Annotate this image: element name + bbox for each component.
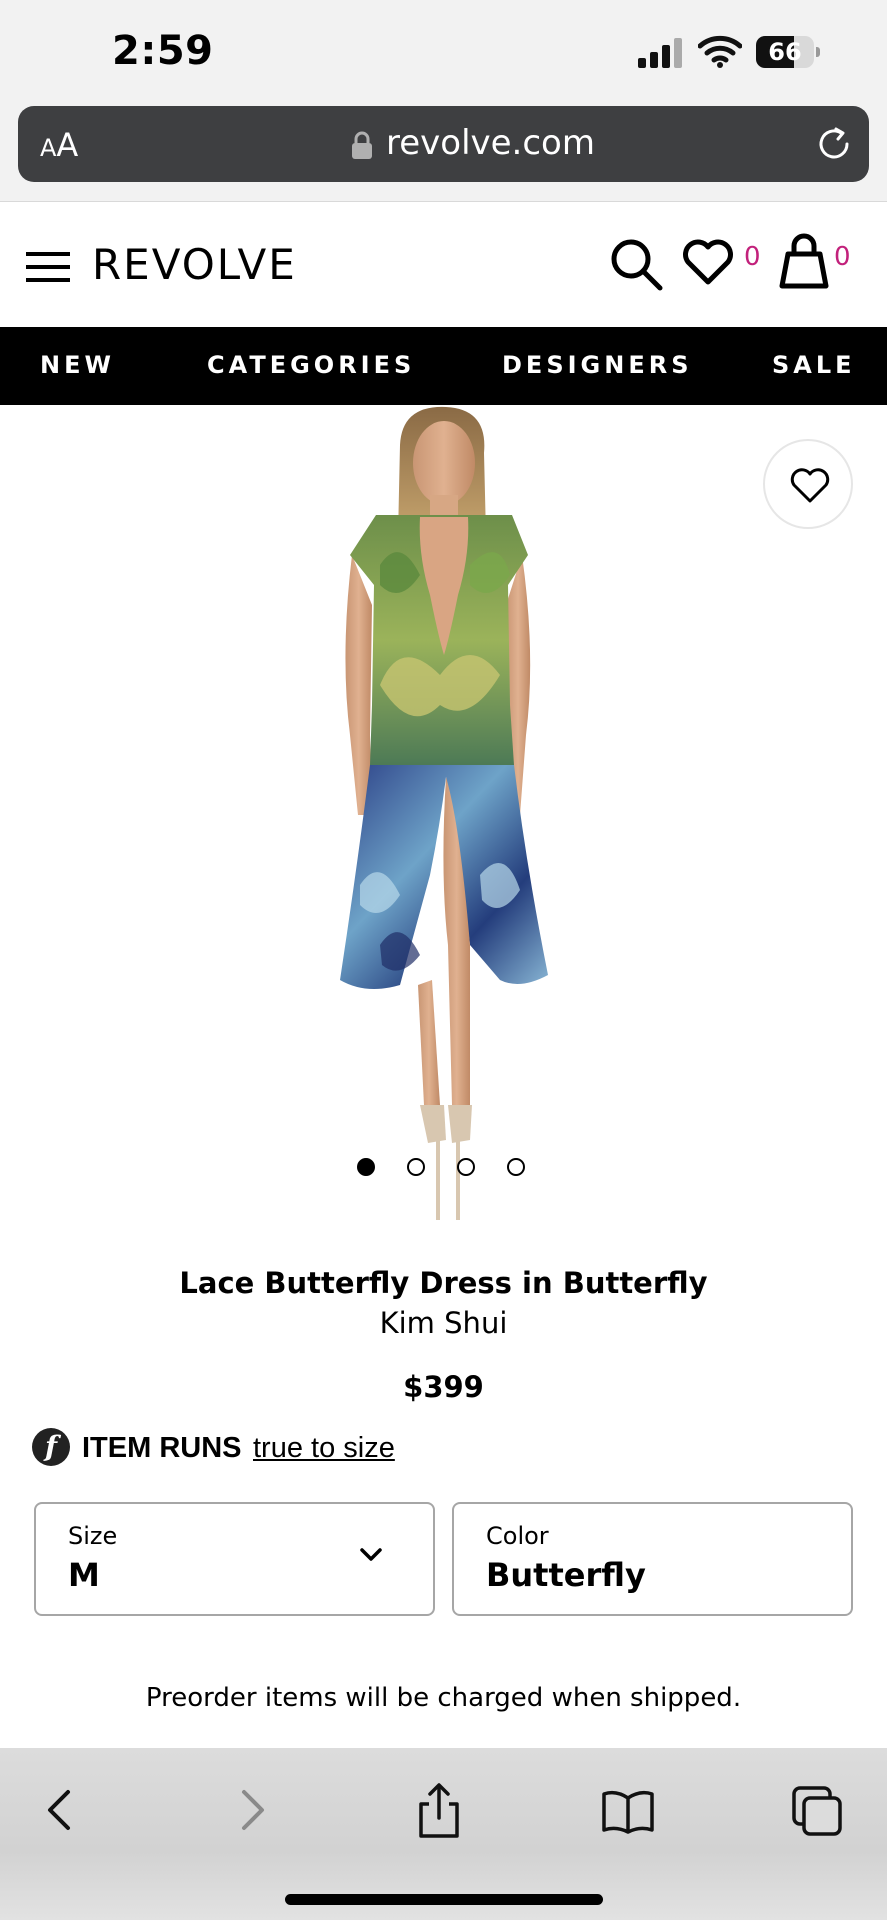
reload-icon[interactable] bbox=[814, 124, 854, 164]
bookmarks-icon[interactable] bbox=[598, 1780, 658, 1840]
product-image-carousel[interactable] bbox=[0, 405, 887, 1250]
browser-address-area: AA revolve.com bbox=[0, 100, 887, 202]
carousel-dot[interactable] bbox=[407, 1158, 425, 1176]
menu-icon[interactable] bbox=[26, 252, 70, 282]
fit-link[interactable]: true to size bbox=[253, 1432, 395, 1465]
size-select[interactable]: Size M bbox=[34, 1502, 435, 1616]
url-text: revolve.com bbox=[386, 123, 595, 163]
address-bar[interactable]: AA revolve.com bbox=[18, 106, 869, 182]
nav-item-categories[interactable]: CATEGORIES bbox=[207, 351, 415, 379]
wishlist-count: 0 bbox=[744, 242, 761, 272]
preorder-notice: Preorder items will be charged when ship… bbox=[145, 1683, 742, 1713]
home-indicator bbox=[285, 1894, 603, 1905]
main-nav: NEW CATEGORIES DESIGNERS SALE bbox=[0, 327, 887, 405]
add-to-favorites-button[interactable] bbox=[763, 439, 853, 529]
carousel-dot[interactable] bbox=[357, 1158, 375, 1176]
bag-count: 0 bbox=[834, 242, 851, 272]
status-bar: 2:59 66 bbox=[0, 0, 887, 100]
forward-icon[interactable] bbox=[222, 1780, 282, 1840]
lock-icon bbox=[352, 131, 372, 159]
nav-item-sale[interactable]: SALE bbox=[772, 351, 856, 379]
nav-item-new[interactable]: NEW bbox=[40, 351, 115, 379]
color-value: Butterfly bbox=[486, 1556, 646, 1594]
battery-indicator: 66 bbox=[756, 36, 820, 68]
size-value: M bbox=[68, 1556, 100, 1594]
heart-icon bbox=[790, 468, 830, 503]
size-label: Size bbox=[68, 1522, 118, 1550]
battery-percent: 66 bbox=[768, 38, 802, 66]
tabs-icon[interactable] bbox=[788, 1780, 848, 1840]
product-title: Lace Butterfly Dress in Butterfly bbox=[179, 1266, 708, 1300]
product-brand[interactable]: Kim Shui bbox=[0, 1306, 887, 1340]
site-header: REVOLVE 0 0 bbox=[0, 202, 887, 327]
shopping-bag-icon[interactable] bbox=[776, 232, 832, 290]
browser-toolbar bbox=[0, 1748, 887, 1920]
cellular-signal-icon bbox=[638, 38, 682, 68]
carousel-pagination bbox=[357, 1158, 537, 1178]
fit-logo-icon: f bbox=[32, 1428, 70, 1466]
status-time: 2:59 bbox=[112, 28, 214, 74]
carousel-dot[interactable] bbox=[507, 1158, 525, 1176]
wishlist-heart-icon[interactable] bbox=[682, 238, 734, 286]
product-photo bbox=[340, 406, 548, 1220]
color-select[interactable]: Color Butterfly bbox=[452, 1502, 853, 1616]
color-label: Color bbox=[486, 1522, 549, 1550]
text-size-button[interactable]: AA bbox=[40, 126, 78, 164]
share-icon[interactable] bbox=[409, 1780, 469, 1840]
nav-item-designers[interactable]: DESIGNERS bbox=[502, 351, 692, 379]
chevron-down-icon bbox=[360, 1548, 382, 1561]
search-icon[interactable] bbox=[608, 236, 664, 292]
product-price: $399 bbox=[403, 1370, 484, 1404]
back-icon[interactable] bbox=[30, 1780, 90, 1840]
wifi-icon bbox=[698, 35, 742, 68]
fit-label: ITEM RUNS bbox=[82, 1432, 242, 1464]
carousel-dot[interactable] bbox=[457, 1158, 475, 1176]
site-logo[interactable]: REVOLVE bbox=[92, 240, 297, 289]
